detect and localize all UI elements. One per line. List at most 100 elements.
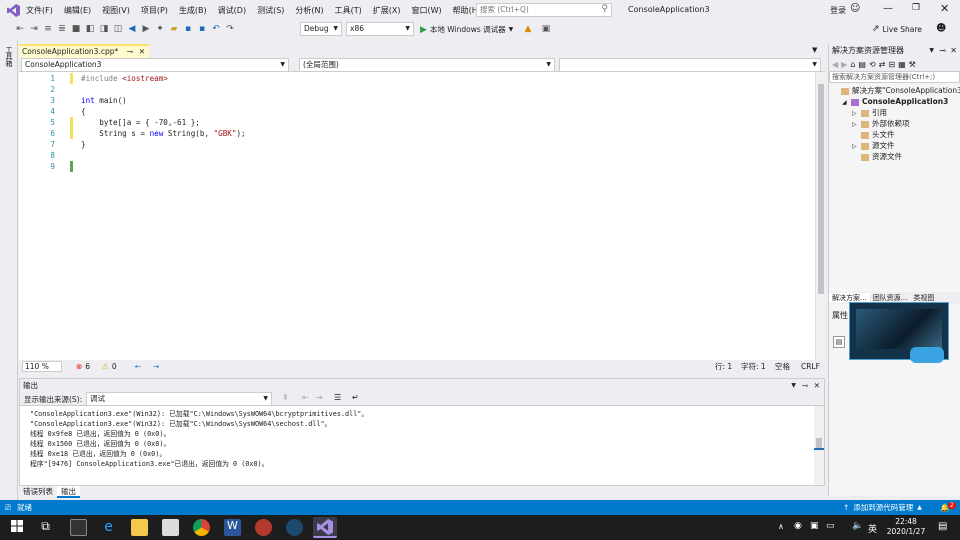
warning-icon[interactable]: ⚠ (102, 362, 109, 371)
prev-message-icon[interactable]: ⇤ (302, 393, 309, 402)
dropdown-icon[interactable]: ▼ (791, 380, 796, 392)
error-icon[interactable]: ⊗ (76, 362, 82, 371)
prev-issue-icon[interactable]: ← (135, 362, 141, 371)
file-explorer-icon[interactable] (131, 519, 148, 536)
code-line[interactable]: 3 int main() (19, 95, 809, 106)
screenshot-icon[interactable]: ▣ (540, 23, 552, 35)
word-icon[interactable]: W (224, 519, 241, 536)
prev-bookmark-icon[interactable]: ◧ (84, 23, 96, 35)
properties-icon[interactable]: ⚒ (909, 60, 916, 69)
menu-item[interactable]: 视图(V) (102, 5, 130, 16)
menu-item[interactable]: 扩展(X) (373, 5, 401, 16)
source-control-button[interactable]: ↑ 添加到源代码管理 ▲ (843, 502, 922, 513)
windows-start-icon[interactable] (10, 519, 27, 536)
code-line[interactable]: 7} (19, 139, 809, 150)
clear-all-icon[interactable]: ☰ (334, 393, 341, 402)
menu-item[interactable]: 工具(T) (335, 5, 362, 16)
menu-item[interactable]: 窗口(W) (412, 5, 442, 16)
pin-icon[interactable]: ⊸ (802, 380, 808, 392)
chrome-icon[interactable] (193, 519, 210, 536)
menu-item[interactable]: 测试(S) (257, 5, 284, 16)
next-message-icon[interactable]: ⇥ (316, 393, 323, 402)
tree-item[interactable]: ▷ 引用 (829, 107, 960, 118)
save-all-icon[interactable]: ▪ (196, 23, 208, 35)
member-combo[interactable]: ▼ (559, 58, 821, 72)
output-source-combo[interactable]: 调试 ▼ (86, 392, 272, 406)
action-center-icon[interactable]: ▤ (938, 521, 947, 532)
tree-item[interactable]: ▷ 源文件 (829, 140, 960, 151)
tray-volume-icon[interactable]: 🔈 (852, 521, 863, 531)
close-icon[interactable]: ✕ (950, 46, 957, 55)
properties-toolbar-icon[interactable]: ▤ (833, 336, 845, 348)
code-line[interactable]: 1 #include <iostream> (19, 73, 809, 84)
menu-item[interactable]: 生成(B) (179, 5, 207, 16)
user-icon[interactable]: ☺ (850, 3, 860, 14)
platform-combo[interactable]: x86 ▼ (346, 22, 414, 36)
tab-document[interactable]: ConsoleApplication3.cpp* ⊸ ✕ (19, 44, 149, 58)
menu-item[interactable]: 调试(D) (218, 5, 246, 16)
sync-icon[interactable]: ⇄ (879, 60, 886, 69)
tree-item[interactable]: ▷ 外部依赖项 (829, 118, 960, 129)
pin-icon[interactable]: ⊸ (939, 46, 946, 55)
solution-explorer-search[interactable]: 搜索解决方案资源管理器(Ctrl+;) (829, 71, 960, 83)
history-icon[interactable]: ⟲ (869, 60, 876, 69)
close-icon[interactable]: ✕ (814, 380, 820, 392)
comment-icon[interactable]: ≡ (42, 23, 54, 35)
code-line[interactable]: 2 (19, 84, 809, 95)
task-view-icon[interactable]: ⧉ (37, 519, 54, 536)
clock[interactable]: 22:48 2020/1/27 (884, 517, 928, 537)
minimize-button[interactable]: — (883, 3, 893, 14)
live-share-button[interactable]: ⇗ Live Share (872, 24, 922, 34)
vs-logo-icon[interactable] (0, 3, 26, 17)
open-icon[interactable]: ▰ (168, 23, 180, 35)
pin-icon[interactable]: ⊸ (127, 46, 133, 57)
edge-icon[interactable]: e (100, 519, 117, 536)
output-text[interactable]: "ConsoleApplication3.exe"(Win32): 已加载"C:… (20, 406, 824, 469)
close-icon[interactable]: ✕ (139, 46, 145, 57)
code-line[interactable]: 6 String s = new String(b, "GBK"); (19, 128, 809, 139)
new-project-icon[interactable]: ✦ (154, 23, 166, 35)
code-line[interactable]: 5 byte[]a = { -70,-61 }; (19, 117, 809, 128)
code-line[interactable]: 4{ (19, 106, 809, 117)
ime-indicator[interactable]: 英 (868, 522, 877, 535)
tab-overflow-icon[interactable]: ▼ (812, 46, 817, 54)
show-all-files-icon[interactable]: ▦ (898, 60, 906, 69)
next-issue-icon[interactable]: → (153, 362, 159, 371)
menu-item[interactable]: 分析(N) (295, 5, 323, 16)
scope-combo[interactable]: (全局范围) ▼ (299, 58, 555, 72)
menu-item[interactable]: 项目(P) (141, 5, 168, 16)
forward-icon[interactable]: ▶ (140, 23, 152, 35)
tree-item[interactable]: ◢ ConsoleApplication3 (829, 96, 960, 107)
visual-studio-icon[interactable] (313, 517, 337, 538)
feedback-icon[interactable]: ☻ (936, 23, 946, 34)
login-link[interactable]: 登录 (830, 5, 846, 16)
switch-views-icon[interactable]: ▤ (858, 60, 866, 69)
undo-icon[interactable]: ↶ (210, 23, 222, 35)
tray-app-icon[interactable]: ▣ (810, 521, 819, 531)
store-icon[interactable] (162, 519, 179, 536)
find-message-icon[interactable]: ⇞ (282, 393, 289, 402)
tray-network-icon[interactable]: ▭ (826, 521, 835, 531)
tray-chevron-icon[interactable]: ∧ (778, 522, 784, 531)
clear-bookmark-icon[interactable]: ◫ (112, 23, 124, 35)
app-red-icon[interactable] (255, 519, 272, 536)
maximize-button[interactable]: ❐ (912, 3, 920, 13)
output-scrollbar[interactable] (814, 406, 824, 485)
fire-icon[interactable]: ▲ (522, 23, 534, 35)
redo-icon[interactable]: ↷ (224, 23, 236, 35)
expand-arrow-icon[interactable]: ◢ (842, 97, 851, 108)
word-wrap-icon[interactable]: ↵ (352, 393, 359, 402)
close-button[interactable]: ✕ (940, 2, 949, 15)
tree-item[interactable]: 资源文件 (829, 151, 960, 162)
collapse-all-icon[interactable]: ⊟ (888, 60, 895, 69)
project-combo[interactable]: ConsoleApplication3 ▼ (21, 58, 289, 72)
zoom-level[interactable]: 110 % (22, 361, 62, 372)
back-icon[interactable]: ◀ (126, 23, 138, 35)
error-count[interactable]: 6 (85, 362, 90, 371)
steam-icon[interactable] (286, 519, 303, 536)
terminal-icon[interactable] (70, 519, 87, 536)
forward-icon[interactable]: ▶ (841, 60, 847, 69)
configuration-combo[interactable]: Debug ▼ (300, 22, 342, 36)
warning-count[interactable]: 0 (112, 362, 117, 371)
back-icon[interactable]: ◀ (832, 60, 838, 69)
